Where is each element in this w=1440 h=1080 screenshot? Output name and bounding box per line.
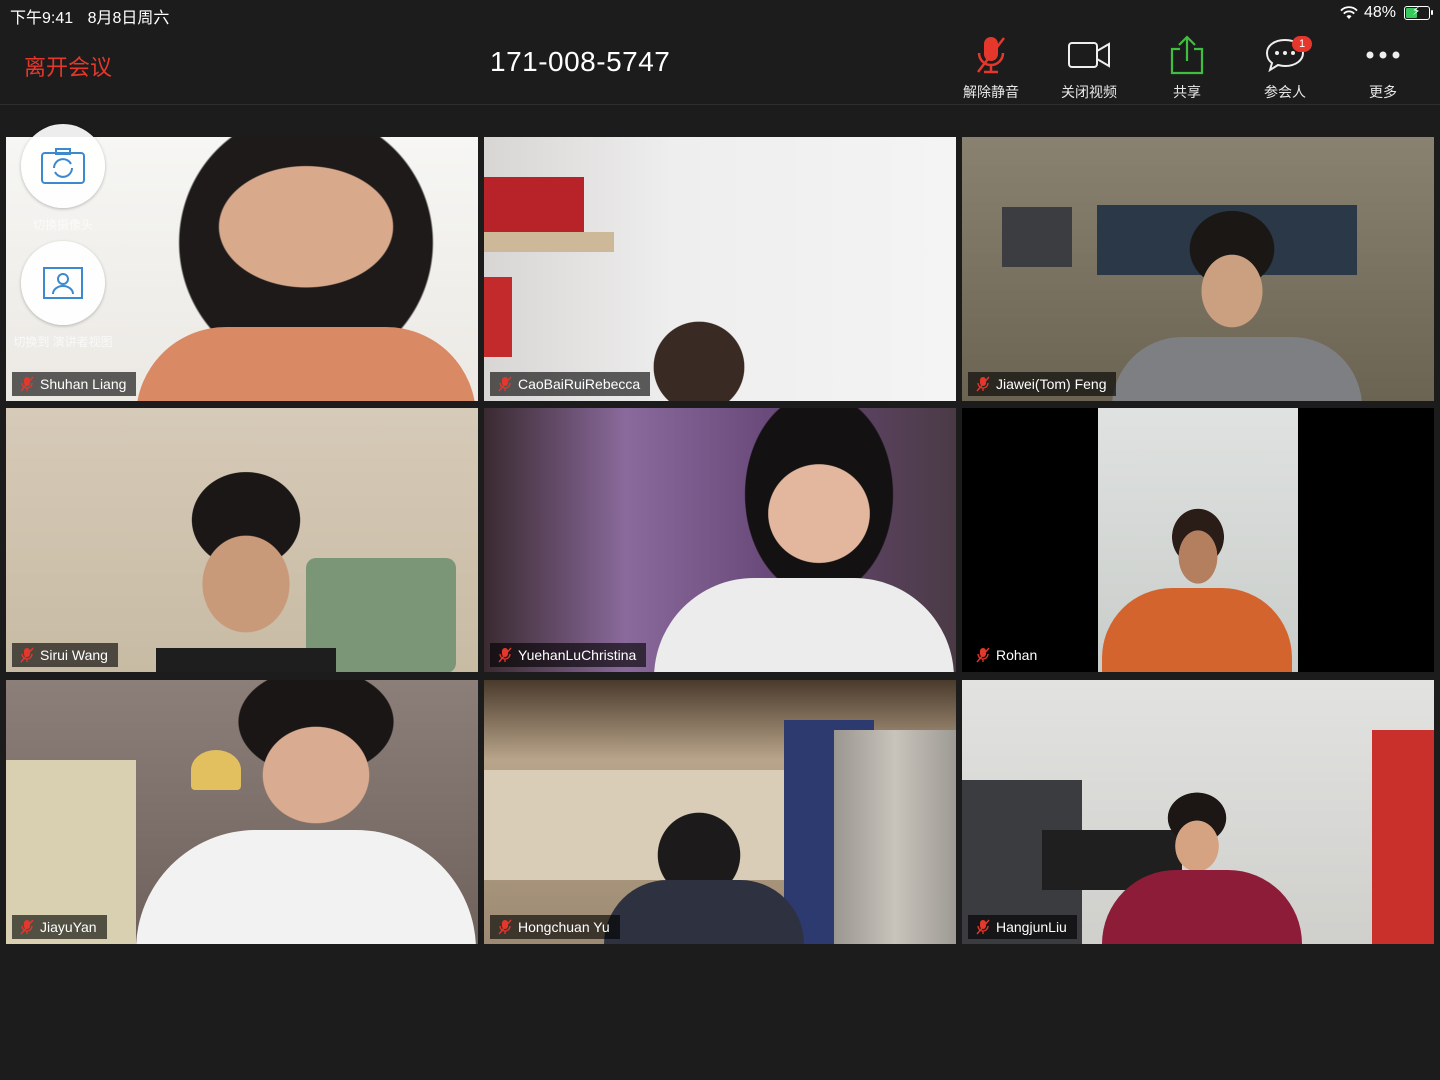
mic-muted-icon: [976, 919, 990, 935]
participant-name: Sirui Wang: [40, 647, 108, 663]
share-upload-icon: [1170, 35, 1204, 75]
participant-name: Rohan: [996, 647, 1038, 663]
mic-muted-icon: [498, 919, 512, 935]
video-tile-yuehanluchristina[interactable]: YuehanLuChristina: [484, 408, 956, 672]
unmute-label: 解除静音: [963, 84, 1019, 100]
participant-name: HangjunLiu: [996, 919, 1067, 935]
participant-name: CaoBaiRuiRebecca: [518, 376, 641, 392]
switch-camera-button[interactable]: [21, 124, 105, 208]
video-tile-hangjunliu[interactable]: HangjunLiu: [962, 680, 1434, 944]
participant-name-tag: HangjunLiu: [968, 915, 1077, 939]
participant-name: Shuhan Liang: [40, 376, 127, 392]
video-tile-sirui-wang[interactable]: Sirui Wang: [6, 408, 478, 672]
participants-button[interactable]: 1 参会人: [1240, 34, 1330, 102]
mic-muted-icon: [976, 647, 990, 663]
video-tile-jiayuyan[interactable]: JiayuYan: [6, 680, 478, 944]
share-label: 共享: [1173, 84, 1201, 100]
stop-video-button[interactable]: 关闭视频: [1044, 34, 1134, 102]
microphone-muted-icon: [977, 37, 1005, 74]
mic-muted-icon: [498, 647, 512, 663]
meeting-id: 171-008-5747: [490, 46, 671, 77]
participant-name-tag: Hongchuan Yu: [490, 915, 620, 939]
wifi-icon: [1340, 6, 1358, 19]
meeting-toolbar: 离开会议 171-008-5747 解除静音 关闭视频 共享 1 参会人 更多: [0, 26, 1440, 105]
participants-label: 参会人: [1264, 84, 1306, 100]
speaker-view-icon: [43, 267, 83, 299]
video-tile-jiawei-tom-feng[interactable]: Jiawei(Tom) Feng: [962, 137, 1434, 401]
video-camera-icon: [1068, 42, 1110, 68]
participant-name-tag: Rohan: [968, 643, 1048, 667]
mic-muted-icon: [20, 919, 34, 935]
speaker-view-label: 切换到 演讲者视图: [13, 335, 113, 349]
video-tile-hongchuan-yu[interactable]: Hongchuan Yu: [484, 680, 956, 944]
switch-camera-label: 切换摄像头: [32, 218, 93, 232]
more-dots-icon: [1366, 51, 1400, 59]
more-label: 更多: [1369, 84, 1397, 100]
switch-camera-icon: [41, 148, 85, 184]
status-time: 下午9:41: [10, 10, 74, 27]
participant-name-tag: CaoBaiRuiRebecca: [490, 372, 651, 396]
participant-name-tag: Sirui Wang: [12, 643, 118, 667]
video-tile-caobairuirebecca[interactable]: CaoBaiRuiRebecca: [484, 137, 956, 401]
participant-name-tag: Jiawei(Tom) Feng: [968, 372, 1117, 396]
more-button[interactable]: 更多: [1338, 34, 1428, 102]
participants-badge: 1: [1292, 36, 1312, 52]
participant-name-tag: JiayuYan: [12, 915, 107, 939]
mic-muted-icon: [498, 376, 512, 392]
participant-name: Hongchuan Yu: [518, 919, 610, 935]
share-button[interactable]: 共享: [1142, 34, 1232, 102]
mic-muted-icon: [976, 376, 990, 392]
video-tile-rohan[interactable]: Rohan: [962, 408, 1434, 672]
battery-percent: 48%: [1363, 4, 1396, 21]
battery-charging-icon: ⚡: [1404, 4, 1433, 20]
participant-name: YuehanLuChristina: [518, 647, 637, 663]
mic-muted-icon: [20, 376, 34, 392]
participant-name: JiayuYan: [40, 919, 97, 935]
status-bar: 下午9:41 8月8日周六 48% ⚡: [0, 0, 1440, 27]
participant-name-tag: YuehanLuChristina: [490, 643, 647, 667]
participant-name-tag: Shuhan Liang: [12, 372, 137, 396]
mic-muted-icon: [20, 647, 34, 663]
stop-video-label: 关闭视频: [1061, 84, 1117, 100]
unmute-button[interactable]: 解除静音: [946, 34, 1036, 102]
participant-name: Jiawei(Tom) Feng: [996, 376, 1107, 392]
status-date: 8月8日周六: [87, 10, 170, 27]
speaker-view-button[interactable]: [21, 241, 105, 325]
leave-meeting-button[interactable]: 离开会议: [24, 50, 112, 82]
